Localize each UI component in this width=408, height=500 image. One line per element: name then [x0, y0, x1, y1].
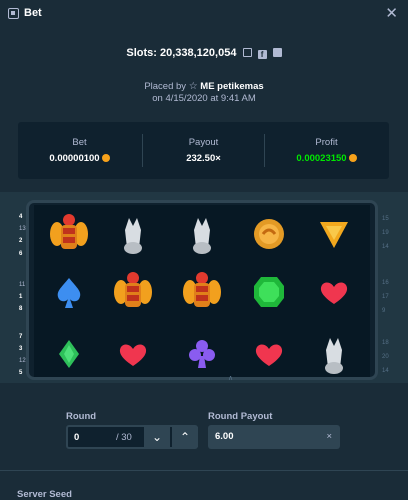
bet-icon: [8, 8, 19, 19]
payline-number: 18: [382, 340, 389, 346]
coin-icon: [348, 154, 357, 162]
round-total: / 30: [116, 432, 132, 443]
divider: [0, 470, 408, 471]
heart-symbol-icon: [239, 328, 299, 380]
bet-stat: Bet 0.00000100: [18, 122, 141, 179]
payline-number: 8: [19, 306, 23, 312]
multiplier-icon: ×: [326, 431, 332, 442]
round-payout-value: 6.00: [215, 431, 234, 442]
payline-number: 4: [19, 214, 23, 220]
diamond-symbol-icon: [39, 328, 99, 380]
payline-number: 20: [382, 354, 389, 360]
profit-value: 0.00023150: [296, 153, 347, 164]
round-value[interactable]: 0: [74, 432, 79, 443]
round-up-button[interactable]: ⌃: [172, 427, 198, 447]
coin-symbol-icon: [239, 208, 299, 260]
twitter-icon[interactable]: [272, 48, 282, 57]
payout-stat: Payout 232.50×: [142, 122, 265, 179]
payout-value: 232.50×: [186, 153, 221, 164]
payline-number: 17: [382, 294, 389, 300]
payline-number: 3: [19, 346, 23, 352]
payline-number: 19: [382, 230, 389, 236]
scarab-symbol-icon: [103, 266, 163, 318]
placed-by: Placed by ☆ ME petikemas on 4/15/2020 at…: [0, 81, 408, 105]
payline-number: 1: [19, 294, 23, 300]
payline-number: 5: [19, 370, 23, 376]
payline-number: 13: [19, 226, 26, 232]
coin-icon: [101, 154, 110, 162]
placed-by-prefix: Placed by: [144, 81, 187, 92]
wolf-symbol-icon: [304, 328, 364, 380]
triangle-symbol-icon: [304, 208, 364, 260]
copy-icon[interactable]: [242, 48, 252, 57]
round-stepper[interactable]: 0 / 30 ⌄ ⌃: [66, 425, 198, 449]
round-down-button[interactable]: ⌄: [144, 427, 170, 447]
modal-header: Bet ✕: [0, 0, 408, 28]
payline-number: 11: [19, 282, 26, 288]
heart-symbol-icon: [103, 328, 163, 380]
payline-number: 16: [382, 280, 389, 286]
profit-label: Profit: [315, 137, 338, 148]
scarab-symbol-icon: [39, 208, 99, 260]
star-icon: ☆: [188, 81, 198, 92]
scarab-symbol-icon: [172, 266, 232, 318]
spade-symbol-icon: [39, 266, 99, 318]
payline-number: 2: [19, 238, 23, 244]
payline-number: 9: [382, 308, 386, 314]
profit-value-row: 0.00023150: [265, 153, 388, 164]
emerald-symbol-icon: [239, 266, 299, 318]
bet-value-row: 0.00000100: [18, 153, 141, 164]
wolf-symbol-icon: [103, 208, 163, 260]
game-id-line: Slots: 20,338,120,054 f: [0, 47, 408, 59]
facebook-icon[interactable]: f: [257, 50, 267, 59]
reel-position-marker: ∧: [228, 375, 234, 382]
server-seed-label[interactable]: Server Seed: [17, 489, 72, 500]
round-payout-field: 6.00 ×: [208, 425, 340, 449]
modal-title: Bet: [24, 7, 42, 19]
round-payout-label: Round Payout: [208, 411, 273, 422]
heart-symbol-icon: [304, 266, 364, 318]
bet-label: Bet: [72, 137, 87, 148]
profit-stat: Profit 0.00023150: [265, 122, 388, 179]
bet-stats-panel: Bet 0.00000100 Payout 232.50× Profit 0.0…: [18, 122, 389, 179]
payline-number: 14: [382, 244, 389, 250]
game-id-text: Slots: 20,338,120,054: [126, 47, 237, 59]
payline-number: 14: [382, 368, 389, 374]
payline-number: 7: [19, 334, 23, 340]
payline-number: 12: [19, 358, 26, 364]
round-label: Round: [66, 411, 97, 422]
username-link[interactable]: ME petikemas: [200, 81, 263, 92]
bet-value: 0.00000100: [49, 153, 100, 164]
payout-label: Payout: [188, 137, 219, 148]
payline-number: 6: [19, 251, 23, 257]
payline-number: 15: [382, 216, 389, 222]
close-icon[interactable]: ✕: [385, 4, 398, 22]
bet-date: on 4/15/2020 at 9:41 AM: [152, 93, 256, 104]
club-symbol-icon: [172, 328, 232, 380]
wolf-symbol-icon: [172, 208, 232, 260]
